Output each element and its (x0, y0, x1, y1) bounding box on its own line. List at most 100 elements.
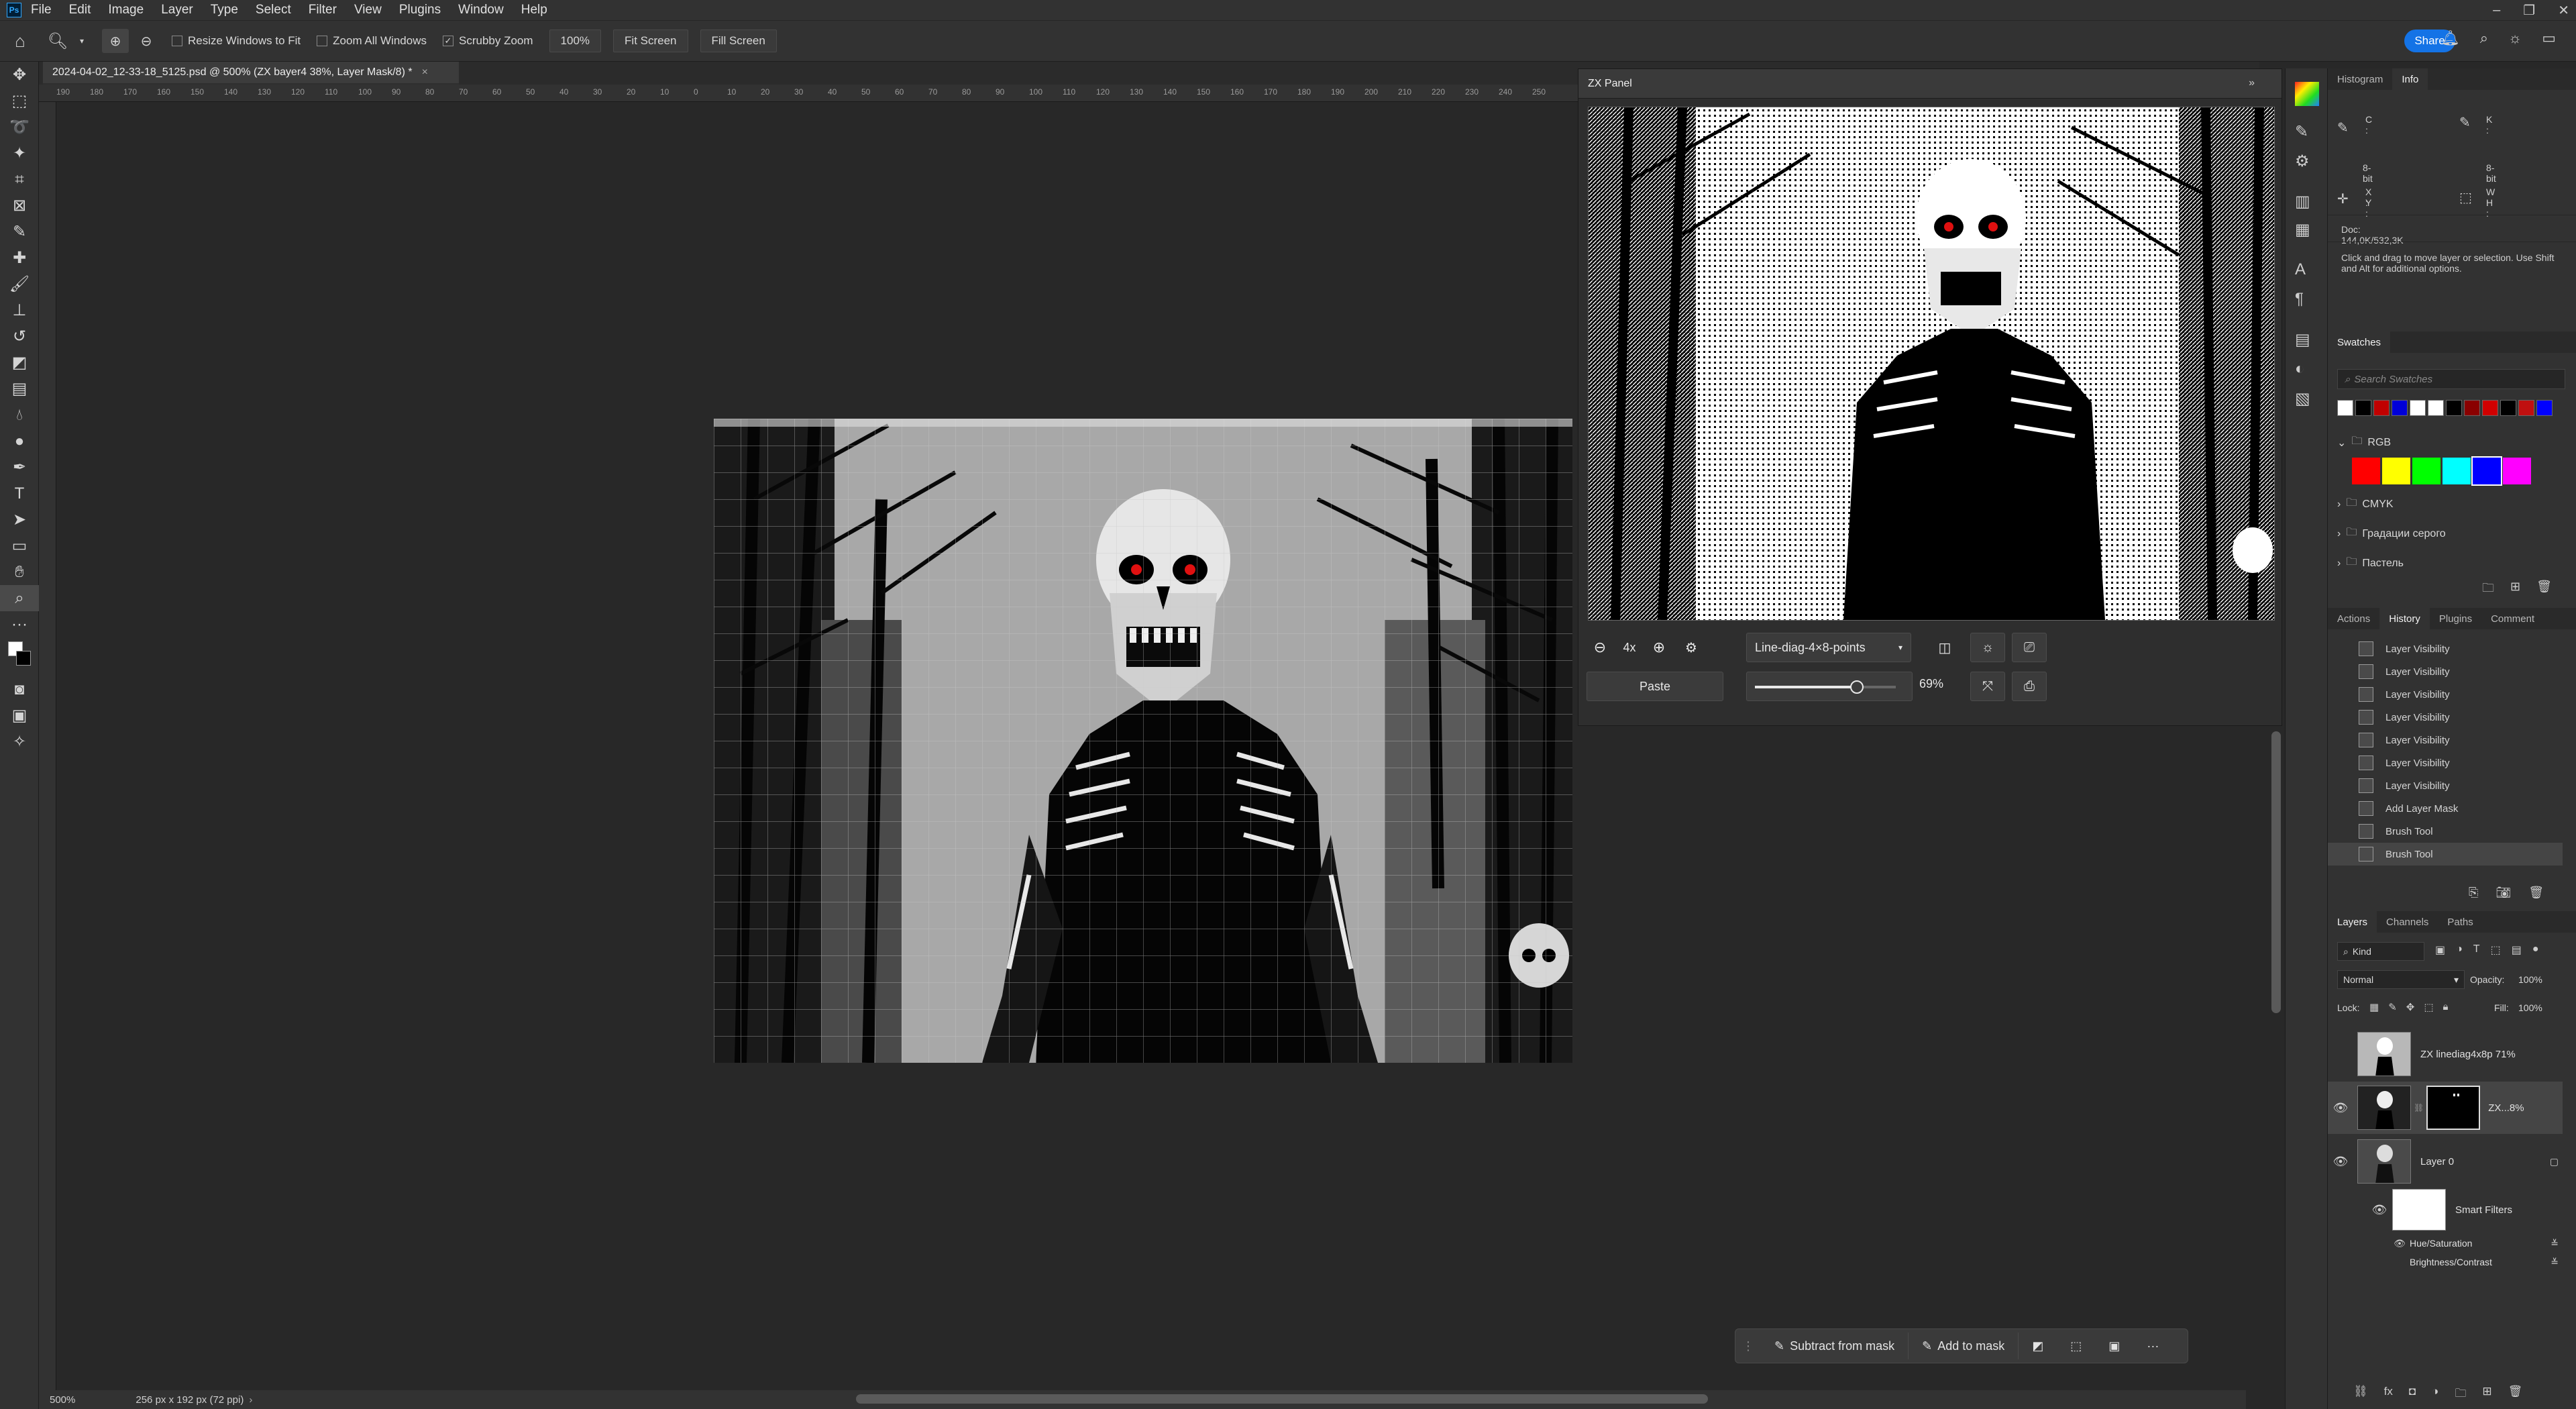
lock-pixels-icon[interactable]: ✎ (2388, 1001, 2397, 1013)
trash-icon[interactable]: 🗑︎ (2536, 580, 2552, 600)
menu-type[interactable]: Type (211, 3, 238, 17)
lock-all-icon[interactable]: 🔒︎ (2443, 1001, 2449, 1013)
document-tab-close-button[interactable]: × (422, 66, 428, 79)
paste-button[interactable]: Paste (1587, 672, 1723, 701)
document-canvas[interactable] (714, 419, 1572, 1063)
layer-style-fx-icon[interactable]: fx (2384, 1385, 2393, 1404)
blur-tool-icon[interactable]: 💧︎ (0, 402, 39, 428)
search-icon[interactable]: ⌕ (2480, 30, 2488, 47)
adjustments-icon[interactable]: ⚙ (2295, 152, 2310, 171)
tab-histogram[interactable]: Histogram (2328, 68, 2392, 90)
add-mask-icon[interactable]: ◘ (2409, 1385, 2416, 1404)
new-document-from-state-icon[interactable]: ⎘ (2469, 886, 2478, 900)
move-tool-icon[interactable]: ✥ (0, 62, 39, 88)
swatch-group-cmyk[interactable]: › 🗀 CMYK (2337, 495, 2394, 513)
menu-window[interactable]: Window (458, 3, 504, 17)
workspace-gear-icon[interactable]: ☼ (2508, 30, 2522, 47)
frame-tool-icon[interactable]: ⊠ (0, 193, 39, 219)
brush-tool-icon[interactable]: 🖌︎ (0, 271, 39, 297)
background-color-swatch[interactable] (16, 651, 31, 666)
color-swatches[interactable] (0, 637, 39, 676)
tab-actions[interactable]: Actions (2328, 608, 2379, 629)
history-brush-tool-icon[interactable]: ↺ (0, 323, 39, 350)
tab-history[interactable]: History (2379, 608, 2430, 629)
color-swatch[interactable] (2410, 400, 2426, 416)
new-group-icon[interactable]: 🗀 (2482, 580, 2494, 600)
minimize-button[interactable]: – (2493, 3, 2500, 18)
invert-mask-icon[interactable]: ◩ (2019, 1333, 2057, 1359)
character-icon[interactable]: A (2295, 260, 2306, 279)
gradients-icon[interactable]: ▥ (2295, 192, 2310, 211)
lock-artboard-icon[interactable]: ⬚ (2424, 1001, 2433, 1013)
zoom-in-icon[interactable]: ⊕ (102, 29, 129, 53)
settings-sliders-icon[interactable]: ⚙ (1676, 633, 1706, 662)
brightness-icon[interactable]: ☼ (1970, 633, 2005, 662)
more-options-button[interactable]: ··· (2133, 1333, 2172, 1359)
filter-options-icon[interactable]: ≚ (2551, 1238, 2559, 1249)
eraser-tool-icon[interactable]: ◩ (0, 350, 39, 376)
generative-fill-icon[interactable]: ✧ (0, 729, 39, 755)
export-screen-icon[interactable]: ⎙ (2012, 672, 2047, 701)
flip-icon[interactable]: ⤧ (1970, 672, 2005, 701)
smart-object-filter-icon[interactable]: ▤ (2512, 943, 2522, 957)
lock-position-icon[interactable]: ✥ (2406, 1001, 2415, 1013)
quick-mask-icon[interactable]: ◙ (0, 676, 39, 702)
color-swatch[interactable] (2482, 400, 2498, 416)
layer-filter-kind-select[interactable]: ⌕ Kind (2337, 942, 2424, 961)
gradient-tool-icon[interactable]: ▤ (0, 376, 39, 402)
patterns-icon[interactable]: ▦ (2295, 220, 2310, 240)
history-item[interactable]: Layer Visibility (2328, 729, 2563, 751)
vertical-ruler[interactable] (39, 102, 56, 1390)
menu-help[interactable]: Help (521, 3, 547, 17)
fit-screen-button[interactable]: Fit Screen (613, 30, 688, 52)
color-swatch[interactable] (2412, 458, 2440, 484)
smart-filter-item[interactable]: 👁︎ Hue/Saturation ≚ (2328, 1235, 2563, 1252)
vertical-scrollbar[interactable] (2271, 731, 2281, 1013)
color-swatch[interactable] (2536, 400, 2553, 416)
history-item[interactable]: Layer Visibility (2328, 751, 2563, 774)
path-selection-tool-icon[interactable]: ➤ (0, 507, 39, 533)
fill-screen-button[interactable]: Fill Screen (700, 30, 777, 52)
chevron-right-icon[interactable]: › (249, 1394, 252, 1406)
zoom-in-icon[interactable]: ⊕ (1646, 633, 1672, 662)
zoom-out-icon[interactable]: ⊖ (133, 29, 160, 53)
mask-options-icon[interactable]: ⬚ (2057, 1333, 2095, 1359)
restore-button[interactable]: ❐ (2523, 2, 2535, 19)
layer-row[interactable]: 👁︎ Layer 0 ▢ (2328, 1135, 2563, 1188)
dodge-tool-icon[interactable]: ● (0, 428, 39, 454)
menu-select[interactable]: Select (256, 3, 291, 17)
tab-info[interactable]: Info (2392, 68, 2428, 90)
filter-options-icon[interactable]: ≚ (2551, 1257, 2559, 1268)
color-swatch[interactable] (2500, 400, 2516, 416)
zx-preview[interactable] (1588, 107, 2275, 621)
color-swatch[interactable] (2446, 400, 2462, 416)
scrubby-zoom-checkbox[interactable]: ✓ Scrubby Zoom (443, 34, 533, 48)
history-item[interactable]: Add Layer Mask (2328, 797, 2563, 820)
opacity-slider[interactable] (1746, 672, 1913, 701)
tab-plugins[interactable]: Plugins (2430, 608, 2481, 629)
eye-icon[interactable]: 👁︎ (2330, 1101, 2351, 1115)
horizontal-scrollbar[interactable] (856, 1394, 1708, 1404)
hand-tool-icon[interactable]: ✋︎ (0, 559, 39, 585)
trash-icon[interactable]: 🗑︎ (2508, 1385, 2523, 1404)
adjustment-layer-icon[interactable]: ◑ (2432, 1385, 2438, 1404)
tab-layers[interactable]: Layers (2328, 911, 2377, 933)
notifications-bell-icon[interactable]: 🔔︎ (2441, 30, 2460, 47)
color-swatch[interactable] (2428, 400, 2444, 416)
eye-icon[interactable]: 👁︎ (2369, 1203, 2390, 1217)
lock-transparent-icon[interactable]: ▦ (2369, 1001, 2379, 1013)
smart-filters-row[interactable]: 👁︎ Smart Filters (2328, 1186, 2563, 1233)
menu-layer[interactable]: Layer (161, 3, 193, 17)
zoom-tool-preset-icon[interactable]: 🔍︎ (40, 32, 75, 51)
menu-edit[interactable]: Edit (69, 3, 91, 17)
menu-file[interactable]: File (31, 3, 52, 17)
add-to-mask-button[interactable]: ✎ Add to mask (1909, 1333, 2019, 1359)
zoom-tool-icon[interactable]: ⌕ (0, 585, 39, 611)
monitor-output-icon[interactable]: ⎚ (2012, 633, 2047, 662)
screen-mode-icon[interactable]: ▣ (0, 702, 39, 729)
marquee-tool-icon[interactable]: ⬚ (0, 88, 39, 114)
styles-icon[interactable]: ▧ (2295, 389, 2310, 409)
opacity-value[interactable]: 100% (2518, 974, 2542, 985)
slider-handle[interactable] (1849, 680, 1864, 694)
drag-handle-icon[interactable]: ⋮ (1735, 1339, 1761, 1353)
